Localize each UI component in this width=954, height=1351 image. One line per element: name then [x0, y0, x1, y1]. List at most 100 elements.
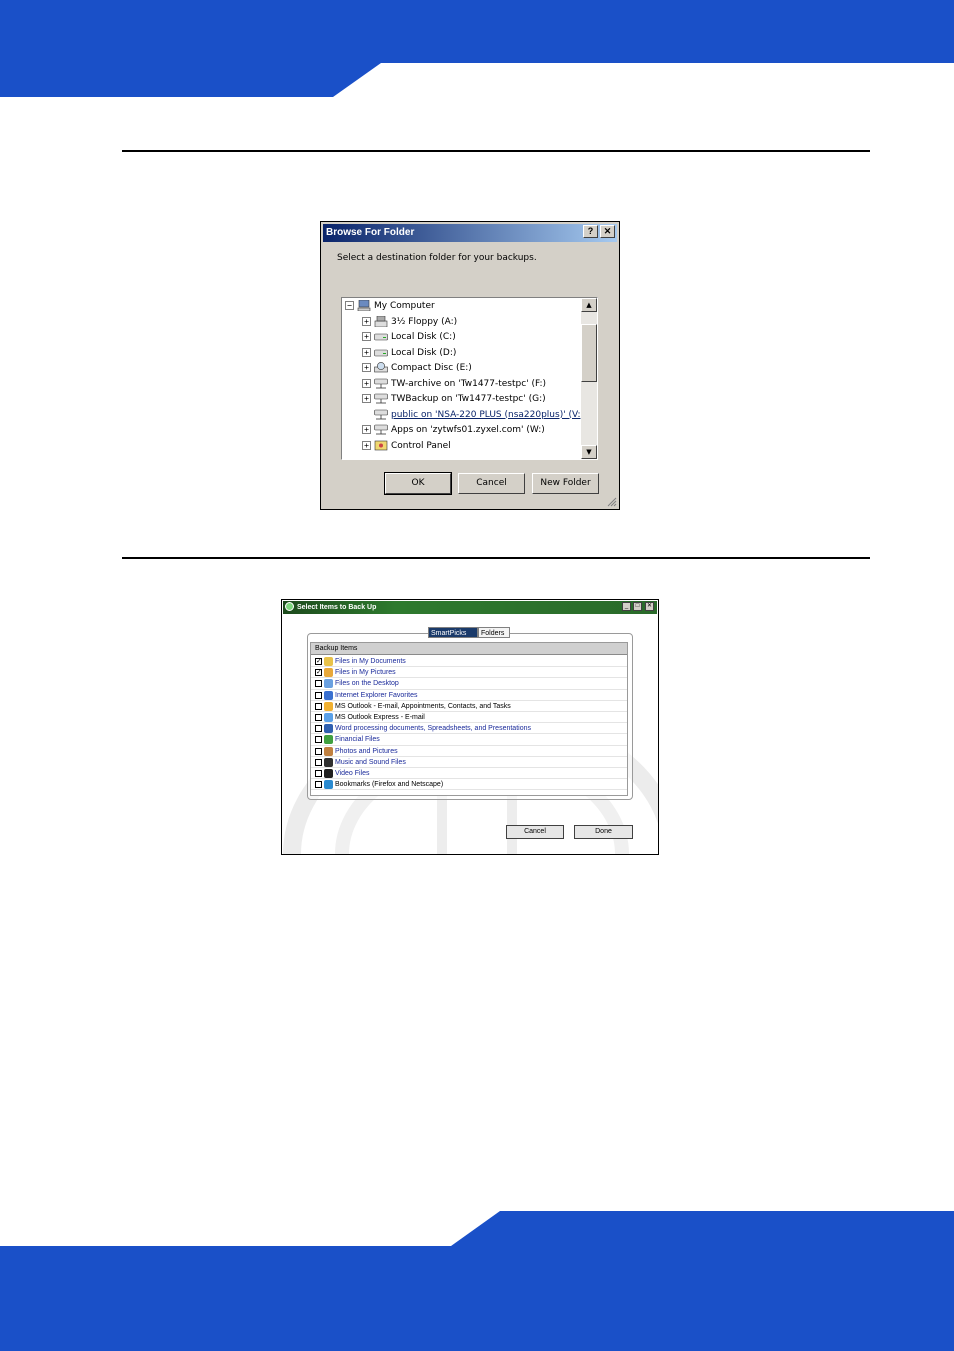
browse-for-folder-dialog: Browse For Folder ? ✕ Select a destinati… — [320, 221, 620, 510]
item-type-icon — [324, 757, 333, 767]
item-checkbox[interactable] — [315, 770, 322, 777]
expander-icon[interactable]: + — [362, 363, 371, 372]
item-checkbox[interactable] — [315, 758, 322, 766]
floppy-icon — [374, 315, 391, 327]
item-type-icon — [324, 780, 333, 790]
item-label: MS Outlook - E-mail, Appointments, Conta… — [335, 702, 511, 710]
item-label: Financial Files — [335, 736, 380, 744]
dialog-title: Browse For Folder — [323, 224, 617, 242]
item-checkbox[interactable] — [315, 691, 322, 699]
control-panel-icon — [374, 440, 391, 451]
network-drive-icon — [374, 378, 391, 389]
item-type-icon — [324, 701, 333, 711]
expander-icon[interactable]: + — [362, 378, 371, 388]
tree-item[interactable]: + Compact Disc (E:) — [362, 361, 472, 376]
item-type-icon — [324, 679, 333, 689]
tree-item[interactable]: + Control Panel — [362, 439, 451, 454]
list-item[interactable]: Files on the Desktop — [311, 678, 627, 690]
header-band — [0, 0, 954, 98]
list-item[interactable]: Video Files — [311, 768, 627, 780]
select-items-dialog: Select Items to Back Up _ □ ✕ SmartPicks… — [281, 599, 659, 855]
tree-item-label: public on 'NSA-220 PLUS (nsa220plus)' (V… — [391, 409, 582, 420]
tree-item-label: TWBackup on 'Tw1477-testpc' (G:) — [391, 394, 546, 404]
list-item[interactable]: MS Outlook - E-mail, Appointments, Conta… — [311, 701, 627, 712]
scroll-down-arrow-icon[interactable]: ▼ — [581, 445, 597, 459]
close-button[interactable]: ✕ — [600, 225, 615, 238]
list-header: Backup Items — [311, 643, 627, 655]
expander-icon[interactable]: + — [362, 440, 371, 450]
tab-folders[interactable]: Folders — [478, 627, 510, 638]
expander-icon[interactable]: + — [362, 316, 371, 326]
item-checkbox[interactable] — [315, 714, 322, 721]
list-item[interactable]: Word processing documents, Spreadsheets,… — [311, 723, 627, 735]
list-item[interactable]: Bookmarks (Firefox and Netscape) — [311, 779, 627, 791]
item-checkbox[interactable] — [315, 747, 322, 755]
expander-icon[interactable]: − — [345, 301, 354, 310]
expander-icon[interactable]: + — [362, 332, 371, 341]
list-item[interactable]: ✓ Files in My Pictures — [311, 667, 627, 679]
list-item[interactable]: Music and Sound Files — [311, 757, 627, 768]
folder-tree[interactable]: − My Computer +3½ Floppy (A:) + Local Disk (… — [341, 297, 598, 460]
item-type-icon — [324, 746, 333, 756]
scroll-up-arrow-icon[interactable]: ▲ — [581, 298, 597, 312]
item-checkbox[interactable] — [315, 736, 322, 744]
tree-item[interactable]: public on 'NSA-220 PLUS (nsa220plus)' (V… — [362, 408, 582, 423]
maximize-button[interactable]: □ — [633, 602, 642, 611]
tree-item[interactable]: + Local Disk (C:) — [362, 330, 456, 345]
list-item[interactable]: ✓ Files in My Documents — [311, 656, 627, 668]
scroll-thumb[interactable] — [581, 324, 597, 382]
help-button[interactable]: ? — [583, 225, 598, 238]
computer-icon — [357, 300, 374, 311]
tree-item[interactable]: + TWBackup on 'Tw1477-testpc' (G:) — [362, 392, 546, 407]
item-type-icon — [324, 724, 333, 734]
list-item[interactable]: MS Outlook Express - E-mail — [311, 712, 627, 724]
disk-icon — [374, 332, 391, 342]
item-type-icon — [324, 690, 333, 700]
resize-grip-icon[interactable] — [607, 497, 617, 507]
tree-item[interactable]: − My Computer — [345, 299, 435, 314]
new-folder-button[interactable]: New Folder — [532, 473, 599, 494]
item-label: Photos and Pictures — [335, 747, 398, 755]
tree-scrollbar[interactable]: ▲ ▼ — [581, 298, 597, 459]
footer-band — [0, 1211, 954, 1351]
network-drive-icon — [374, 424, 391, 435]
minimize-button[interactable]: _ — [622, 602, 631, 611]
item-checkbox[interactable] — [315, 781, 322, 789]
item-label: Bookmarks (Firefox and Netscape) — [335, 781, 444, 789]
tree-item-label: TW-archive on 'Tw1477-testpc' (F:) — [391, 378, 547, 389]
item-type-icon — [324, 769, 333, 778]
item-checkbox[interactable] — [315, 702, 322, 710]
tree-item[interactable]: + Apps on 'zytwfs01.zyxel.com' (W:) — [362, 423, 545, 438]
item-checkbox[interactable] — [315, 680, 322, 688]
expander-icon[interactable]: + — [362, 425, 371, 434]
tab-smartpicks[interactable]: SmartPicks — [428, 627, 478, 638]
list-item[interactable]: Internet Explorer Favorites — [311, 690, 627, 701]
tree-item-label: 3½ Floppy (A:) — [391, 316, 458, 327]
item-checkbox[interactable]: ✓ — [315, 658, 322, 665]
done-button[interactable]: Done — [574, 825, 633, 839]
network-drive-icon — [374, 393, 391, 404]
cd-icon — [374, 362, 391, 373]
close-button[interactable]: ✕ — [645, 602, 654, 611]
tree-item[interactable]: + Local Disk (D:) — [362, 346, 456, 361]
list-item[interactable]: Financial Files — [311, 734, 627, 746]
item-checkbox[interactable] — [315, 725, 322, 733]
item-label: Word processing documents, Spreadsheets,… — [335, 725, 531, 733]
item-type-icon — [324, 668, 333, 678]
item-checkbox[interactable]: ✓ — [315, 669, 322, 677]
ok-button[interactable]: OK — [384, 472, 452, 495]
item-label: Video Files — [335, 770, 370, 777]
tree-item-label: Compact Disc (E:) — [391, 363, 472, 373]
expander-icon[interactable]: + — [362, 394, 371, 403]
tree-item[interactable]: + TW-archive on 'Tw1477-testpc' (F:) — [362, 377, 546, 392]
app-icon — [285, 602, 294, 611]
dialog-title: Select Items to Back Up — [283, 601, 657, 614]
cancel-button[interactable]: Cancel — [458, 473, 525, 494]
cancel-button[interactable]: Cancel — [506, 825, 564, 839]
item-label: Files on the Desktop — [335, 680, 399, 688]
tree-item-label: Apps on 'zytwfs01.zyxel.com' (W:) — [391, 425, 545, 435]
tree-item[interactable]: +3½ Floppy (A:) — [362, 315, 457, 330]
tree-item-label: Control Panel — [391, 440, 451, 451]
expander-icon[interactable]: + — [362, 347, 371, 357]
list-item[interactable]: Photos and Pictures — [311, 746, 627, 757]
